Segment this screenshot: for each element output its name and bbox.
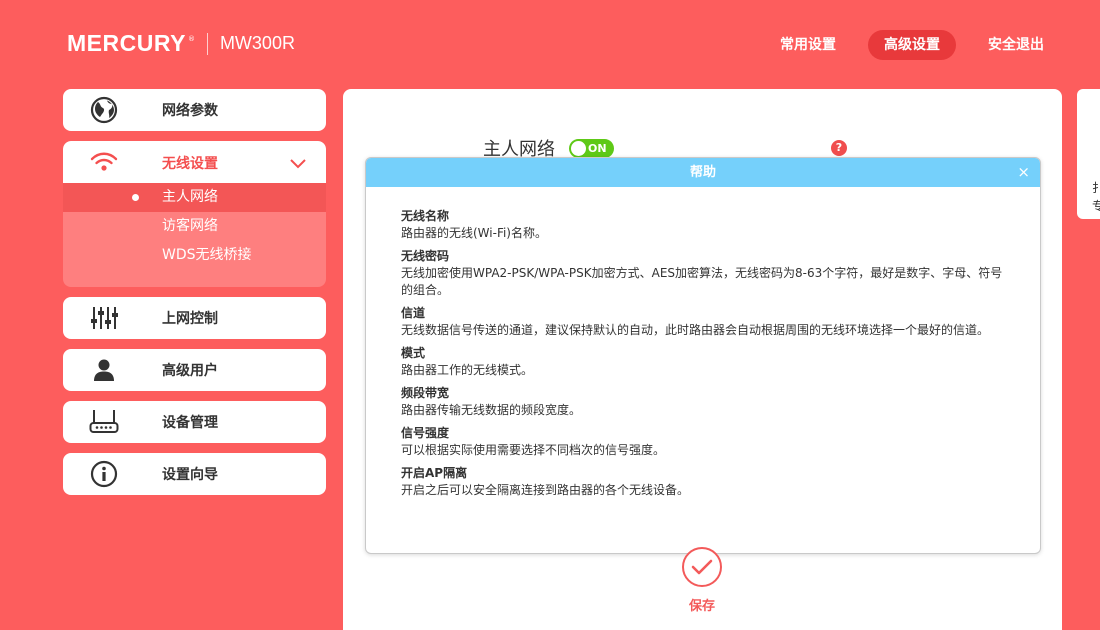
help-section-text: 无线数据信号传送的通道，建议保持默认的自动，此时路由器会自动根据周围的无线环境选… [401,323,990,337]
help-section-title: 无线密码 [401,249,450,263]
help-section-text: 可以根据实际使用需要选择不同档次的信号强度。 [401,443,666,457]
nav-common-settings[interactable]: 常用设置 [764,30,852,60]
help-section: 模式 路由器工作的无线模式。 [401,345,1005,379]
sidebar-subitem-guest-network[interactable]: 访客网络 [63,212,326,241]
help-section-title: 信道 [401,306,426,320]
nav-logout[interactable]: 安全退出 [972,30,1060,60]
nav-advanced-settings[interactable]: 高级设置 [868,30,956,60]
sidebar-subitem-host-network[interactable]: 主人网络 [63,183,326,212]
help-section-title: 信号强度 [401,426,450,440]
sidebar-item-network-params[interactable]: 网络参数 [63,89,326,131]
toggle-knob [571,140,586,156]
sidebar-item-device-management[interactable]: 设备管理 [63,401,326,443]
sliders-icon [89,303,119,333]
clipped-text: 专 [1092,199,1100,213]
help-dialog-title: 帮助 [689,165,716,180]
close-icon[interactable]: × [1017,158,1030,187]
sidebar-group-wireless: 无线设置 主人网络 访客网络 WDS无线桥接 [63,141,326,287]
help-section-title: 无线名称 [401,209,450,223]
router-icon [89,407,119,437]
help-section-text: 路由器传输无线数据的频段宽度。 [401,403,582,417]
registered-mark: ® [187,34,195,43]
sidebar-item-internet-control[interactable]: 上网控制 [63,297,326,339]
save-button[interactable] [682,547,722,587]
help-dialog: 帮助 × 无线名称 路由器的无线(Wi-Fi)名称。 无线密码 无线加密使用WP… [365,157,1041,554]
sidebar-item-label: 设置向导 [162,467,218,483]
sidebar-item-label: 上网控制 [162,311,218,327]
help-section-title: 开启AP隔离 [401,466,468,480]
sidebar-subitem-label: 访客网络 [162,218,218,234]
help-section-title: 模式 [401,346,426,360]
help-section: 无线名称 路由器的无线(Wi-Fi)名称。 [401,208,1005,242]
brand-logo: MERCURY [67,30,186,56]
host-network-toggle[interactable]: ON [569,138,614,158]
sidebar-item-label: 高级用户 [162,363,218,379]
help-section: 无线密码 无线加密使用WPA2-PSK/WPA-PSK加密方式、AES加密算法，… [401,248,1005,299]
sidebar-item-wireless[interactable]: 无线设置 [63,141,326,183]
help-section: 频段带宽 路由器传输无线数据的频段宽度。 [401,385,1005,419]
adjacent-panel-edge: 扌 专 [1077,89,1100,219]
sidebar-subitem-wds-bridge[interactable]: WDS无线桥接 [63,241,326,270]
sidebar-subitem-label: 主人网络 [162,189,218,205]
sidebar-item-setup-wizard[interactable]: 设置向导 [63,453,326,495]
brand: MERCURY ® MW300R [67,30,295,57]
help-section: 开启AP隔离 开启之后可以安全隔离连接到路由器的各个无线设备。 [401,465,1005,499]
sidebar-item-advanced-users[interactable]: 高级用户 [63,349,326,391]
help-section: 信道 无线数据信号传送的通道，建议保持默认的自动，此时路由器会自动根据周围的无线… [401,305,1005,339]
clipped-text: 扌 [1092,181,1100,195]
active-dot-icon [132,194,139,201]
help-dialog-header: 帮助 × [366,158,1040,187]
help-section-title: 频段带宽 [401,386,450,400]
info-icon [89,459,119,489]
user-icon [89,355,119,385]
sidebar-item-label: 网络参数 [162,103,218,119]
help-section-text: 无线加密使用WPA2-PSK/WPA-PSK加密方式、AES加密算法，无线密码为… [401,266,1003,297]
help-section-text: 开启之后可以安全隔离连接到路由器的各个无线设备。 [401,483,690,497]
help-section: 信号强度 可以根据实际使用需要选择不同档次的信号强度。 [401,425,1005,459]
wifi-icon [89,147,119,177]
help-section-text: 路由器工作的无线模式。 [401,363,534,377]
help-section-text: 路由器的无线(Wi-Fi)名称。 [401,226,547,240]
model-name: MW300R [219,33,295,53]
help-dialog-body: 无线名称 路由器的无线(Wi-Fi)名称。 无线密码 无线加密使用WPA2-PS… [366,187,1040,499]
check-icon [691,559,713,575]
globe-icon [89,95,119,125]
save-label[interactable]: 保存 [686,595,718,614]
top-nav: 常用设置 高级设置 安全退出 [764,30,1060,60]
toggle-state-label: ON [588,141,607,155]
help-icon[interactable]: ? [831,140,847,156]
brand-divider [206,32,208,55]
sidebar-item-label: 无线设置 [162,156,218,172]
sidebar-item-label: 设备管理 [162,415,218,431]
sidebar-subitem-label: WDS无线桥接 [162,247,252,263]
chevron-down-icon[interactable] [290,154,306,173]
